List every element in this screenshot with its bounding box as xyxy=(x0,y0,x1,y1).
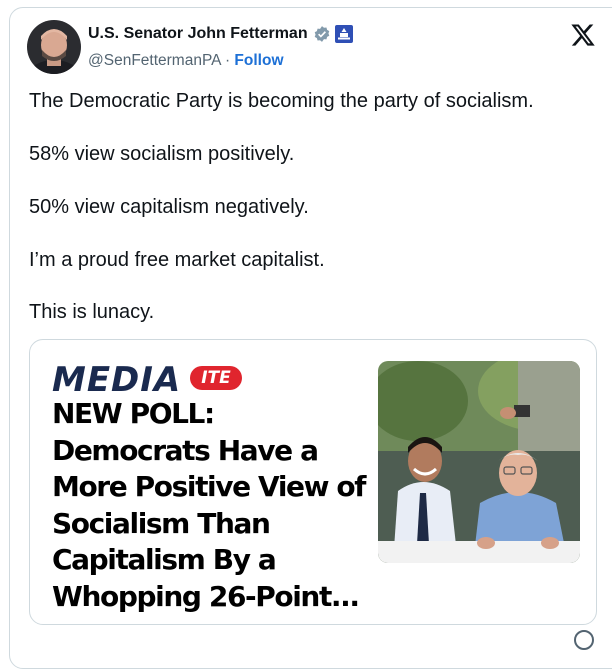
verified-check-icon xyxy=(314,26,329,42)
author-name-row: U.S. Senator John Fetterman xyxy=(88,25,353,43)
link-headline: NEW POLL: Democrats Have a More Positive… xyxy=(52,396,382,615)
headline-line: More Positive View of xyxy=(52,470,366,503)
tweet-text-line: 58% view socialism positively. xyxy=(29,143,295,165)
x-logo-icon[interactable] xyxy=(570,22,596,48)
headline-line: Capitalism By a xyxy=(52,543,277,576)
author-handle[interactable]: @SenFettermanPA xyxy=(88,52,221,69)
headline-line: Socialism Than xyxy=(52,506,271,540)
mediaite-logo-badge: ITE xyxy=(190,366,242,390)
link-preview-card[interactable]: MEDIA ITE NEW POLL: Democrats Have a Mor… xyxy=(29,339,597,625)
tweet-text-line: I’m a proud free market capitalist. xyxy=(29,249,325,271)
tweet-text-line: The Democratic Party is becoming the par… xyxy=(29,90,534,112)
headline-line: Whopping 26-Point... xyxy=(52,579,360,613)
us-capitol-badge-icon xyxy=(334,25,353,43)
tweet-text-line: 50% view capitalism negatively. xyxy=(29,196,309,218)
follow-button[interactable]: Follow xyxy=(234,52,283,69)
author-handle-row: @SenFettermanPA · Follow xyxy=(88,52,284,70)
link-thumbnail-photo xyxy=(378,361,580,563)
author-display-name[interactable]: U.S. Senator John Fetterman xyxy=(88,25,308,43)
headline-line: Democrats Have a xyxy=(52,433,319,467)
tweet-text-line: This is lunacy. xyxy=(29,301,155,323)
mediaite-logo: MEDIA xyxy=(52,360,182,400)
separator-dot: · xyxy=(224,52,231,69)
more-options-icon[interactable] xyxy=(572,628,596,652)
avatar[interactable] xyxy=(27,20,81,74)
headline-line: NEW POLL: xyxy=(52,397,215,430)
